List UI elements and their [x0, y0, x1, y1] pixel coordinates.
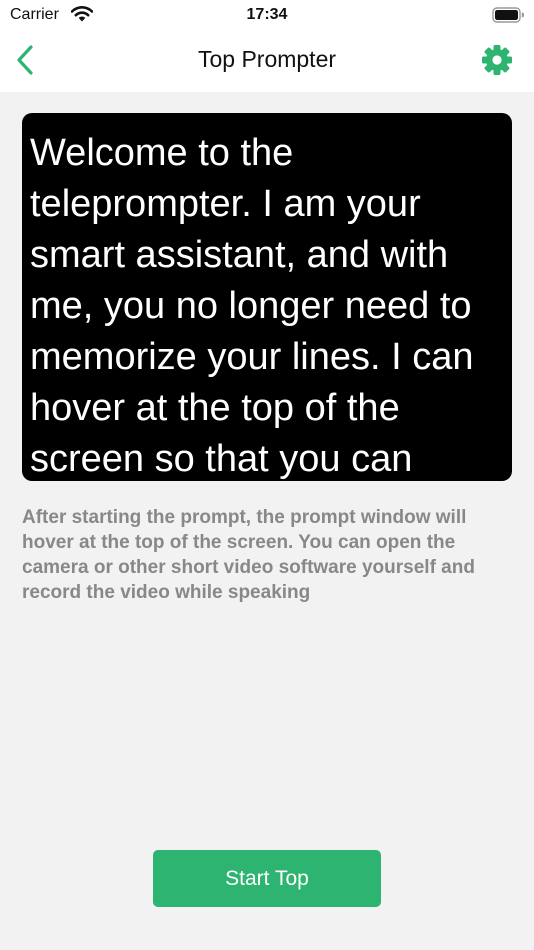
start-top-button[interactable]: Start Top [153, 850, 381, 907]
prompt-preview: Welcome to the teleprompter. I am your s… [22, 113, 512, 481]
status-time: 17:34 [246, 6, 288, 23]
page-title: Top Prompter [197, 46, 337, 72]
battery-icon [492, 7, 525, 28]
gear-icon [482, 45, 512, 75]
description-text: After starting the prompt, the prompt wi… [22, 507, 475, 603]
navigation-bar: Top Prompter [0, 30, 534, 92]
prompt-text: Welcome to the teleprompter. I am your s… [30, 132, 474, 480]
status-bar: Carrier 17:34 [0, 0, 534, 30]
settings-button[interactable] [480, 43, 514, 77]
